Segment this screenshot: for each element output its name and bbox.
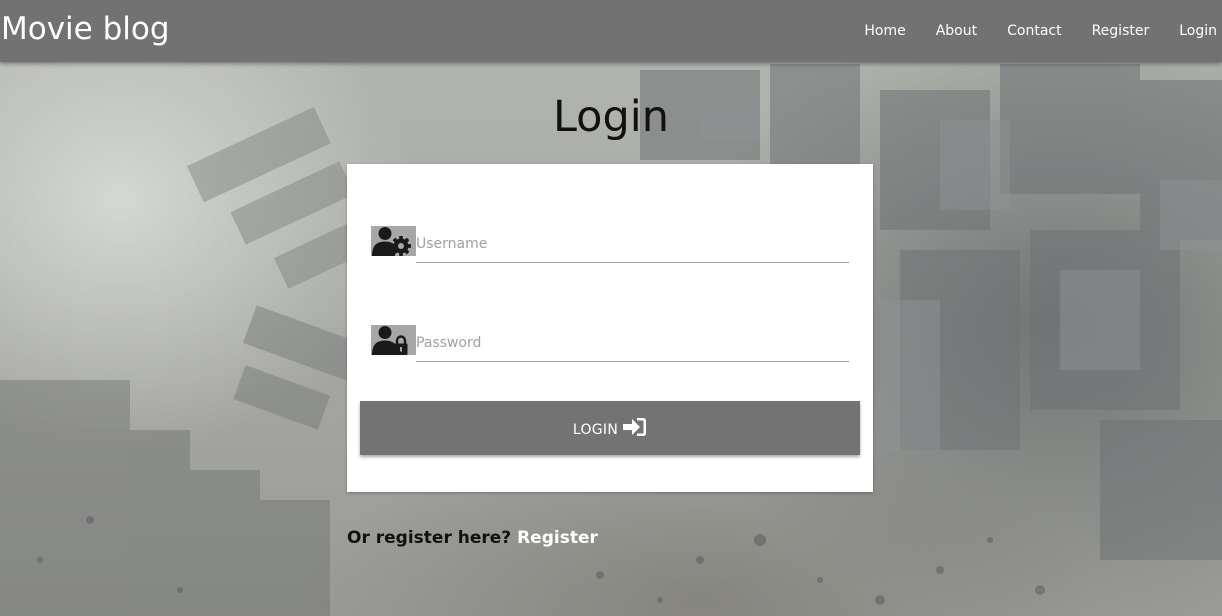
navbar: Movie blog Home About Contact Register L… <box>0 0 1222 62</box>
username-field <box>371 226 849 266</box>
nav-link-login[interactable]: Login <box>1164 23 1222 39</box>
brand-logo[interactable]: Movie blog <box>1 11 170 47</box>
nav-link-home[interactable]: Home <box>849 23 920 39</box>
sign-in-icon <box>623 417 647 440</box>
password-field <box>371 325 849 365</box>
password-input[interactable] <box>416 325 849 362</box>
nav-link-contact[interactable]: Contact <box>992 23 1076 39</box>
user-lock-icon <box>371 325 416 355</box>
nav-link-about[interactable]: About <box>921 23 992 39</box>
login-button-label: LOGIN <box>572 422 619 438</box>
login-button[interactable]: LOGIN <box>360 401 860 455</box>
nav-links: Home About Contact Register Login <box>849 0 1222 62</box>
page-title: Login <box>552 92 669 142</box>
register-prompt: Or register here? Register <box>347 528 598 548</box>
username-input[interactable] <box>416 226 849 263</box>
register-prompt-text: Or register here? <box>347 528 512 548</box>
nav-link-register[interactable]: Register <box>1077 23 1165 39</box>
register-link[interactable]: Register <box>517 528 598 548</box>
page: Movie blog Home About Contact Register L… <box>0 0 1222 616</box>
login-card: LOGIN <box>347 164 873 492</box>
user-cog-icon <box>371 226 416 256</box>
